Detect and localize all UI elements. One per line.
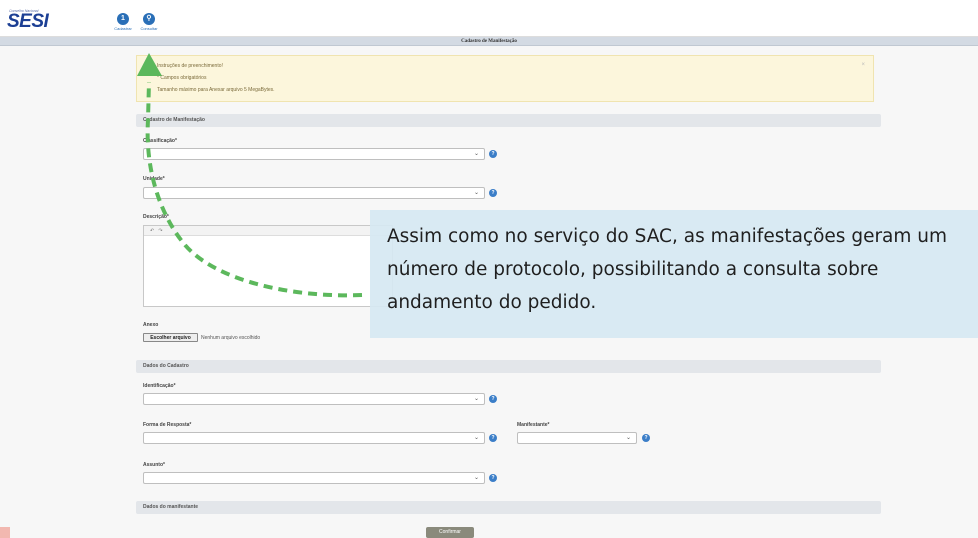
dashed-arrow-icon [137,53,363,298]
page: Conselho Nacional SESI 1 Cadastrar ⚲ Con… [0,0,978,538]
arrow-path [145,81,363,298]
arrow-head [137,53,162,76]
